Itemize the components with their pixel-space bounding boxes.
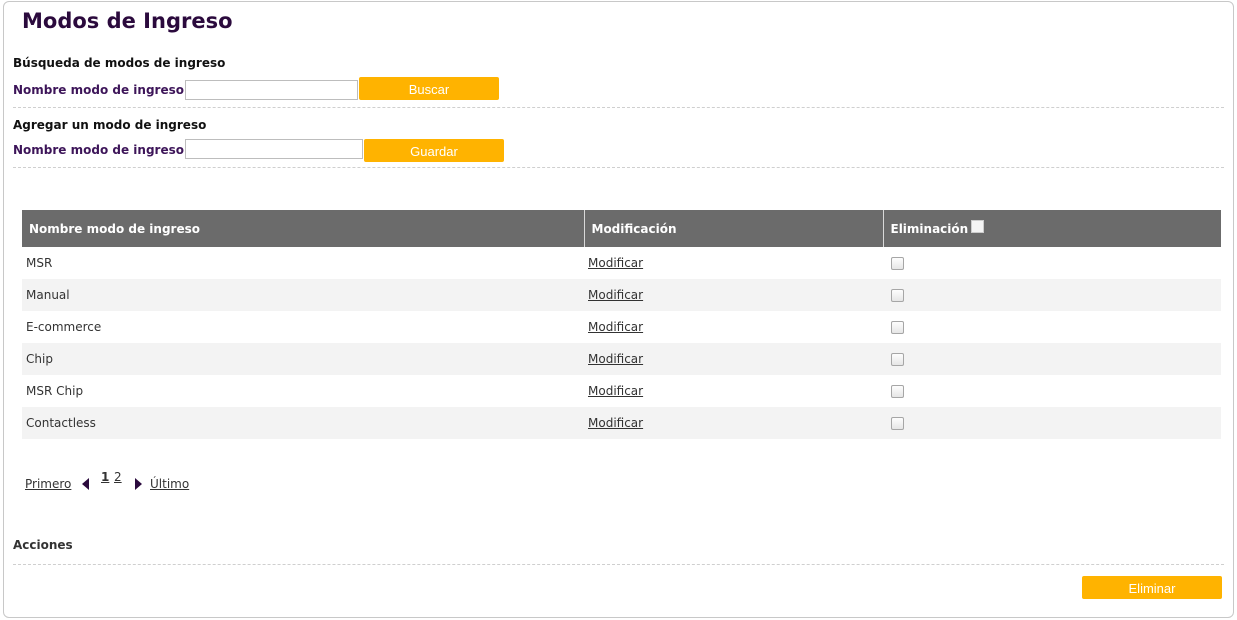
delete-checkbox[interactable] bbox=[891, 417, 904, 430]
page-link-1[interactable]: 1 bbox=[101, 470, 109, 484]
table-header-row: Nombre modo de ingreso Modificación Elim… bbox=[22, 210, 1221, 247]
page-title: Modos de Ingreso bbox=[22, 9, 233, 33]
row-name: Chip bbox=[22, 343, 584, 375]
delete-button[interactable]: Eliminar bbox=[1082, 576, 1222, 599]
last-page-link[interactable]: Último bbox=[150, 477, 189, 491]
page-link-2[interactable]: 2 bbox=[114, 470, 122, 484]
row-name: E-commerce bbox=[26, 320, 102, 334]
add-name-label: Nombre modo de ingreso bbox=[13, 143, 184, 157]
table-row: E-commerce Modificar bbox=[22, 311, 1221, 343]
delete-checkbox[interactable] bbox=[891, 257, 904, 270]
save-button[interactable]: Guardar bbox=[364, 139, 504, 162]
first-page-link[interactable]: Primero bbox=[25, 477, 71, 491]
actions-divider bbox=[13, 564, 1224, 565]
add-section-title: Agregar un modo de ingreso bbox=[13, 118, 207, 132]
actions-title: Acciones bbox=[13, 538, 73, 552]
row-name: MSR Chip bbox=[26, 384, 84, 398]
column-header-delete-label: Eliminación bbox=[890, 221, 969, 236]
modify-link[interactable]: Modificar bbox=[588, 256, 643, 270]
table-row: Contactless Modificar bbox=[22, 407, 1221, 439]
search-button[interactable]: Buscar bbox=[359, 77, 499, 100]
delete-checkbox[interactable] bbox=[891, 385, 904, 398]
modify-link[interactable]: Modificar bbox=[588, 288, 643, 302]
column-header-delete: Eliminación bbox=[883, 210, 1221, 247]
modify-link[interactable]: Modificar bbox=[588, 320, 643, 334]
search-divider bbox=[13, 107, 1224, 108]
row-name: Contactless bbox=[22, 407, 584, 439]
delete-checkbox[interactable] bbox=[891, 353, 904, 366]
triangle-left-icon[interactable] bbox=[82, 478, 89, 490]
row-name: MSR bbox=[26, 256, 53, 270]
delete-checkbox[interactable] bbox=[891, 321, 904, 334]
delete-checkbox[interactable] bbox=[891, 289, 904, 302]
search-name-label: Nombre modo de ingreso bbox=[13, 83, 184, 97]
table-row: Chip Modificar bbox=[22, 343, 1221, 375]
add-divider bbox=[13, 167, 1224, 168]
select-all-checkbox[interactable] bbox=[971, 219, 985, 233]
row-name: Manual bbox=[22, 279, 584, 311]
modify-link[interactable]: Modificar bbox=[588, 352, 643, 366]
triangle-right-icon[interactable] bbox=[135, 478, 142, 490]
modify-link[interactable]: Modificar bbox=[588, 384, 643, 398]
search-section-title: Búsqueda de modos de ingreso bbox=[13, 56, 226, 70]
search-name-input[interactable] bbox=[185, 80, 358, 100]
table-row: MSR Modificar bbox=[22, 247, 1221, 279]
add-name-input[interactable] bbox=[185, 139, 363, 159]
table-row: Manual Modificar bbox=[22, 279, 1221, 311]
column-header-name: Nombre modo de ingreso bbox=[22, 210, 585, 247]
column-header-modify: Modificación bbox=[584, 210, 884, 247]
modify-link[interactable]: Modificar bbox=[588, 416, 643, 430]
entry-modes-table: Nombre modo de ingreso Modificación Elim… bbox=[22, 210, 1221, 439]
table-row: MSR Chip Modificar bbox=[22, 375, 1221, 407]
